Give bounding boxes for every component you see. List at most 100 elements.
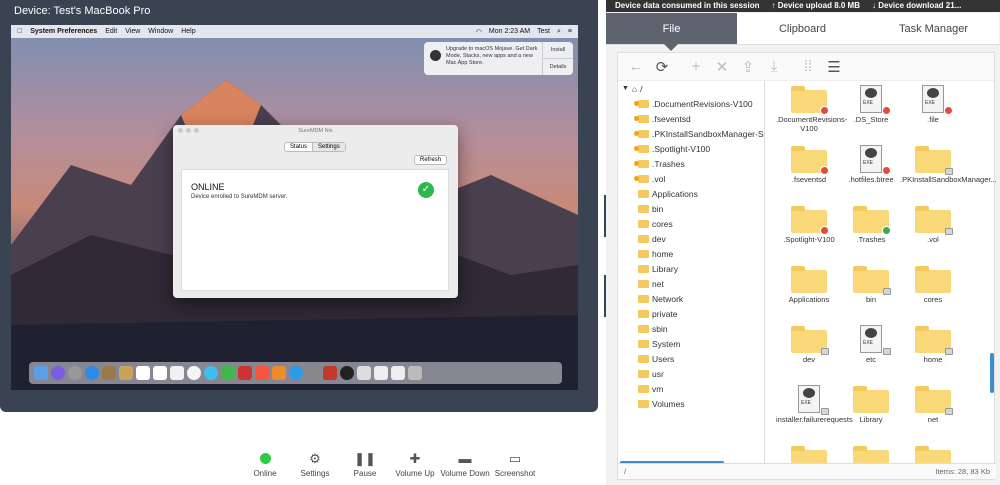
delete-icon[interactable]: ✕ <box>712 57 732 77</box>
books-icon[interactable] <box>272 366 286 380</box>
tree-item[interactable]: private <box>618 306 764 321</box>
details-button[interactable]: Details <box>543 59 573 75</box>
music-icon[interactable] <box>255 366 269 380</box>
list-icon[interactable]: ≡ <box>568 28 572 36</box>
photo-icon[interactable] <box>102 366 116 380</box>
folder-stack-icon[interactable] <box>391 366 405 380</box>
tree-item[interactable]: Applications <box>618 186 764 201</box>
app-store-icon[interactable] <box>289 366 303 380</box>
tree-item[interactable]: .PKInstallSandboxManager-S <box>618 126 764 141</box>
mojave-notification[interactable]: Upgrade to macOS Mojave. Get Dark Mode, … <box>424 42 573 75</box>
tree-item[interactable]: dev <box>618 231 764 246</box>
tree-item[interactable]: cores <box>618 216 764 231</box>
notes-icon[interactable] <box>153 366 167 380</box>
safari-icon[interactable] <box>85 366 99 380</box>
apple-icon[interactable]:  <box>17 28 22 35</box>
pause-button[interactable]: ❚❚ Pause <box>340 450 390 479</box>
agent-icon[interactable] <box>340 366 354 380</box>
menu-view[interactable]: View <box>125 28 140 35</box>
file-item[interactable]: .PKInstallSandboxManager...are <box>900 145 996 184</box>
settings-button[interactable]: ⚙ Settings <box>290 450 340 479</box>
facetime-icon[interactable] <box>221 366 235 380</box>
tree-item[interactable]: .Trashes <box>618 156 764 171</box>
tree-item[interactable]: .DocumentRevisions-V100 <box>618 96 764 111</box>
file-item[interactable]: .vol <box>900 205 966 244</box>
menu-help[interactable]: Help <box>181 28 195 35</box>
file-item[interactable]: home <box>900 325 966 364</box>
file-item[interactable] <box>776 445 842 465</box>
tab-status[interactable]: Status <box>285 143 312 151</box>
tree-item[interactable]: net <box>618 276 764 291</box>
zoom-icon[interactable] <box>194 128 199 133</box>
system-preferences-icon[interactable] <box>306 366 320 380</box>
tree-item[interactable]: .fseventsd <box>618 111 764 126</box>
siri-icon[interactable] <box>51 366 65 380</box>
wifi-icon[interactable]: ◠ <box>476 28 482 36</box>
clock-text[interactable]: Mon 2:23 AM <box>489 28 530 36</box>
back-arrow-icon[interactable]: ← <box>626 57 646 77</box>
tab-file[interactable]: File <box>606 13 737 51</box>
window-titlebar[interactable]: SureMDM Nix <box>173 125 458 137</box>
search-icon[interactable]: ⌕ <box>557 28 561 36</box>
online-button[interactable]: Online <box>240 450 290 478</box>
expand-arrow-icon[interactable]: ▼ <box>622 85 629 92</box>
nix-icon[interactable] <box>323 366 337 380</box>
close-icon[interactable] <box>178 128 183 133</box>
screenshot-button[interactable]: ▭ Screenshot <box>490 450 540 479</box>
tab-task-manager[interactable]: Task Manager <box>868 13 999 45</box>
file-item[interactable] <box>900 445 966 465</box>
tree-item[interactable]: usr <box>618 366 764 381</box>
file-item[interactable]: .Trashes <box>838 205 904 244</box>
tree-item[interactable]: sbin <box>618 321 764 336</box>
minimize-icon[interactable] <box>186 128 191 133</box>
file-item[interactable]: Applications <box>776 265 842 304</box>
file-item[interactable]: installer.failurerequests <box>776 385 853 424</box>
file-item[interactable]: cores <box>900 265 966 304</box>
tree-item[interactable]: .Spotlight-V100 <box>618 141 764 156</box>
photobooth-icon[interactable] <box>238 366 252 380</box>
refresh-icon[interactable]: ⟳ <box>652 57 672 77</box>
file-item[interactable]: .file <box>900 85 966 124</box>
upload-icon[interactable]: ⇪ <box>738 57 758 77</box>
tree-item[interactable]: Users <box>618 351 764 366</box>
grid-view-icon[interactable]: ⁞⁞ <box>798 57 818 77</box>
menu-edit[interactable]: Edit <box>105 28 117 35</box>
file-item[interactable]: etc <box>838 325 904 364</box>
photos-icon[interactable] <box>187 366 201 380</box>
file-item[interactable]: .DS_Store <box>838 85 904 124</box>
remote-screen[interactable]:  System Preferences Edit View Window He… <box>11 25 578 390</box>
list-view-icon[interactable]: ☰ <box>824 57 844 77</box>
tree-item[interactable]: .vol <box>618 171 764 186</box>
volume-down-button[interactable]: ▬ Volume Down <box>440 450 490 478</box>
launchpad-icon[interactable] <box>68 366 82 380</box>
file-item[interactable]: .Spotlight-V100 <box>776 205 842 244</box>
menu-window[interactable]: Window <box>148 28 173 35</box>
volume-up-button[interactable]: ✚ Volume Up <box>390 450 440 479</box>
preview-icon[interactable] <box>357 366 371 380</box>
tree-item[interactable]: home <box>618 246 764 261</box>
file-item[interactable]: .DocumentRevisions-V100 <box>776 85 847 133</box>
tree-item[interactable]: Library <box>618 261 764 276</box>
tree-item[interactable]: Network <box>618 291 764 306</box>
user-text[interactable]: Test <box>537 28 550 36</box>
tab-clipboard[interactable]: Clipboard <box>737 13 868 45</box>
install-button[interactable]: Install <box>543 42 573 59</box>
tab-settings[interactable]: Settings <box>312 143 345 151</box>
vertical-scrollbar[interactable] <box>990 353 994 393</box>
tree-item[interactable]: System <box>618 336 764 351</box>
download-icon[interactable]: ⤓ <box>764 57 784 77</box>
file-item[interactable]: bin <box>838 265 904 304</box>
document-icon[interactable] <box>374 366 388 380</box>
contacts-icon[interactable] <box>119 366 133 380</box>
file-item[interactable]: .fseventsd <box>776 145 842 184</box>
file-item[interactable]: Library <box>838 385 904 424</box>
reminders-icon[interactable] <box>170 366 184 380</box>
tree-item[interactable]: Volumes <box>618 396 764 411</box>
tree-item[interactable]: vm <box>618 381 764 396</box>
file-item[interactable] <box>838 445 904 465</box>
file-item[interactable]: .hotfiles.btree <box>838 145 904 184</box>
suremdm-window[interactable]: SureMDM Nix Status Settings Refresh ONLI… <box>173 125 458 298</box>
refresh-button[interactable]: Refresh <box>413 155 447 165</box>
tree-item[interactable]: bin <box>618 201 764 216</box>
menu-system-preferences[interactable]: System Preferences <box>30 28 97 35</box>
